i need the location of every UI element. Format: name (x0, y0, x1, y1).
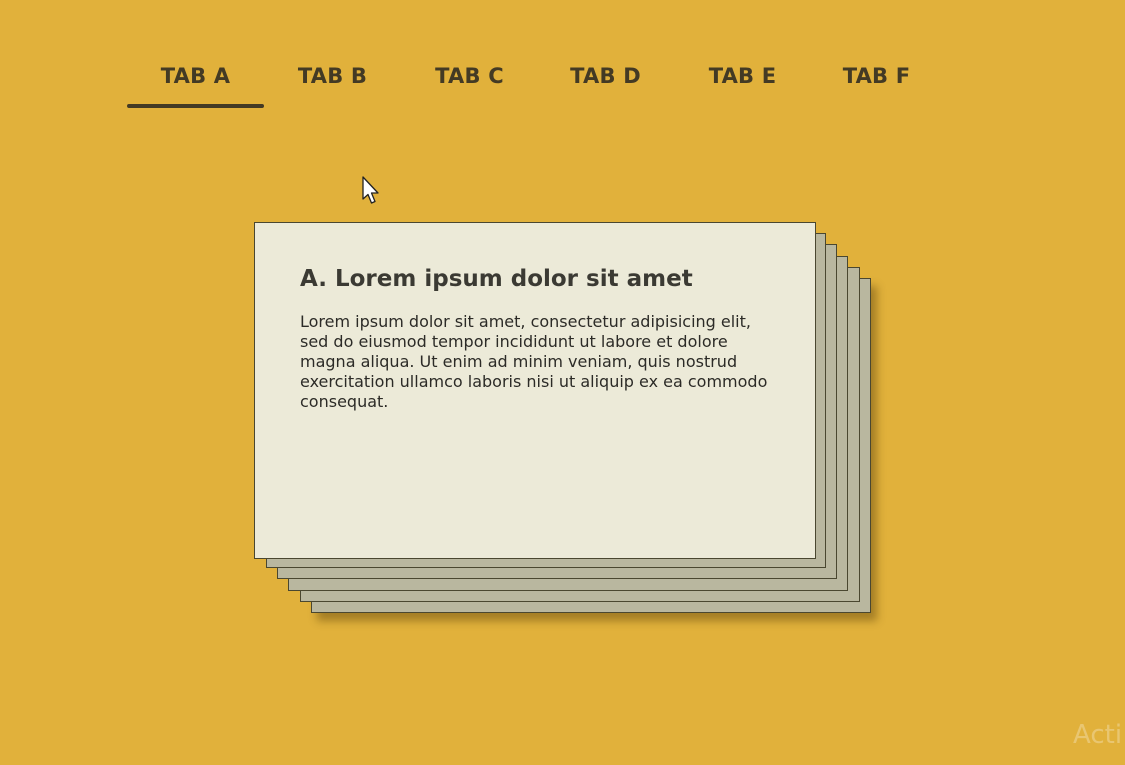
activation-watermark: Acti (1073, 720, 1123, 750)
tab-a-label: TAB A (160, 64, 231, 88)
tab-b[interactable]: TAB B (264, 64, 401, 108)
tab-content-panel: A. Lorem ipsum dolor sit amet Lorem ipsu… (254, 222, 816, 559)
tab-d[interactable]: TAB D (537, 64, 674, 108)
tab-f[interactable]: TAB F (810, 64, 943, 108)
tab-b-label: TAB B (297, 64, 368, 88)
tab-f-label: TAB F (842, 64, 911, 88)
active-tab-indicator (127, 104, 264, 108)
panel-title: A. Lorem ipsum dolor sit amet (300, 266, 693, 292)
panel-body-text: Lorem ipsum dolor sit amet, consectetur … (300, 312, 768, 411)
tab-e-label: TAB E (708, 64, 777, 88)
tab-a[interactable]: TAB A (127, 64, 264, 108)
tab-d-label: TAB D (570, 64, 641, 88)
tab-c-label: TAB C (435, 64, 504, 88)
tab-bar: TAB A TAB B TAB C TAB D TAB E TAB F (0, 0, 1125, 120)
tab-e[interactable]: TAB E (674, 64, 811, 108)
tab-c[interactable]: TAB C (401, 64, 538, 108)
mouse-pointer-icon (362, 176, 379, 204)
